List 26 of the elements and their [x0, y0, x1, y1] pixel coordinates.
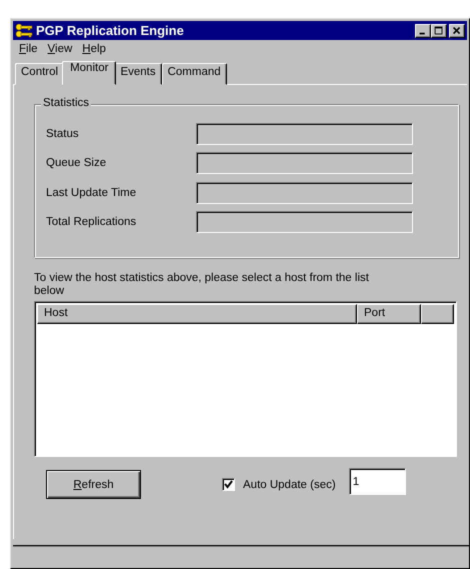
auto-update-checkbox[interactable]	[222, 478, 235, 491]
keys-icon	[15, 22, 33, 38]
menu-item[interactable]: Help	[78, 43, 112, 55]
minimize-icon[interactable]	[415, 24, 431, 38]
tab[interactable]: Control	[15, 63, 64, 85]
field-label: Last Update Time	[46, 186, 138, 199]
tab[interactable]: Monitor	[62, 61, 116, 85]
field-label: Total Replications	[46, 216, 138, 228]
tab[interactable]: Events	[114, 63, 162, 85]
maximize-icon[interactable]	[431, 24, 447, 38]
menu-item[interactable]: File	[15, 43, 44, 55]
column-header[interactable]	[421, 304, 454, 324]
hint-text: To view the host statistics above, please select a host from the list below	[34, 272, 370, 298]
host-list[interactable]: Host Port	[34, 301, 457, 457]
close-icon[interactable]	[449, 24, 465, 38]
column-header[interactable]: Port	[357, 304, 421, 324]
interval-field[interactable]: 1	[348, 468, 406, 495]
field-label: Queue Size	[46, 157, 108, 170]
tab[interactable]: Command	[162, 63, 227, 85]
column-header[interactable]: Host	[37, 304, 357, 324]
menu-item[interactable]: View	[44, 43, 78, 55]
refresh-button[interactable]: Refresh	[46, 470, 141, 499]
checkbox-label: Auto Update (sec)	[243, 478, 336, 490]
group-title: Statistics	[41, 97, 92, 109]
field-label: Status	[46, 128, 80, 140]
window-title: PGP Replication Engine	[36, 23, 185, 38]
